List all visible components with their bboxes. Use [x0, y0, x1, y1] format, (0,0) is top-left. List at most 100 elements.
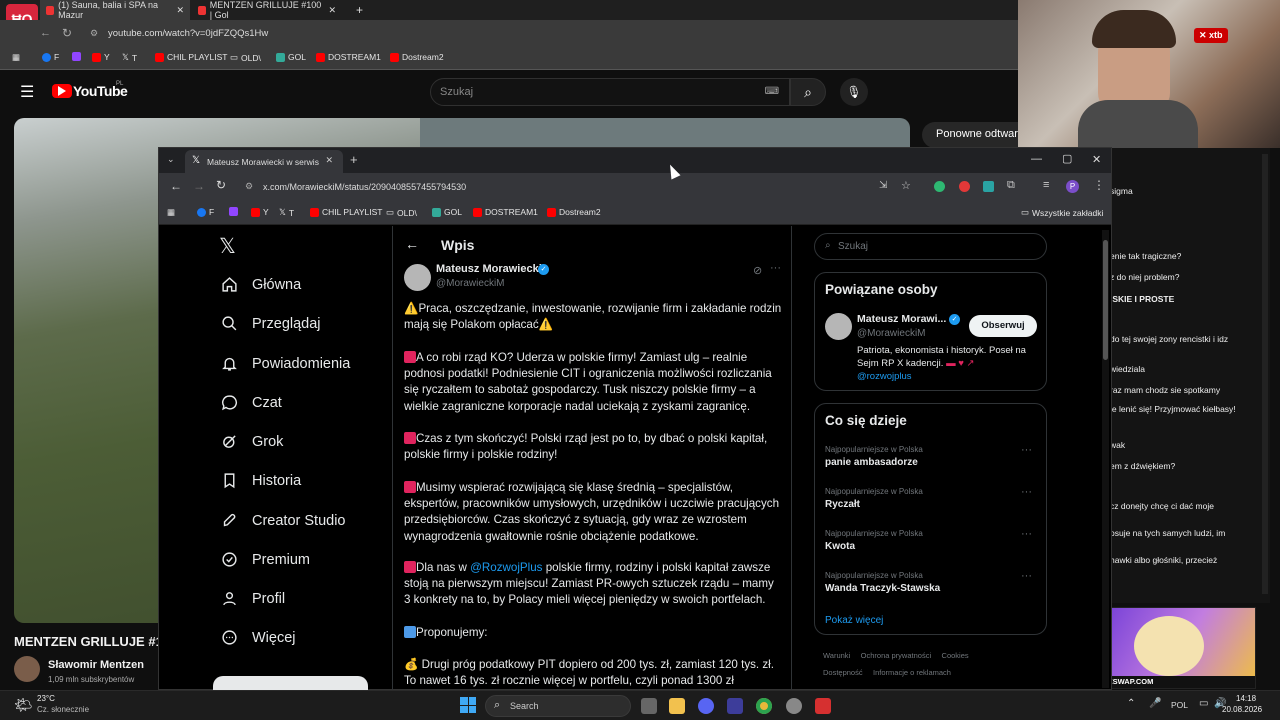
site-info-icon[interactable]: ⚙	[245, 181, 253, 192]
network-icon[interactable]: ▭	[1199, 698, 1208, 709]
close-window-icon[interactable]: ✕	[1092, 153, 1101, 166]
more-options-icon[interactable]: ···	[1021, 570, 1032, 582]
chevron-up-icon[interactable]: ⌃	[1127, 698, 1135, 709]
related-avatar[interactable]	[825, 313, 852, 340]
new-tab-icon[interactable]: +	[350, 0, 364, 20]
nav-profile[interactable]: Profil	[221, 590, 285, 607]
media-icon[interactable]: ≡	[1043, 179, 1049, 191]
more-options-icon[interactable]: ···	[770, 262, 781, 274]
bg-tab-1[interactable]: (1) Sauna, balia i SPA na Mazur ✕	[40, 0, 190, 20]
new-tab-icon[interactable]: +	[350, 152, 358, 167]
bookmark-chil[interactable]: CHIL PLAYLIST	[155, 52, 227, 62]
back-icon[interactable]: ←	[40, 27, 51, 39]
clock-time[interactable]: 14:18	[1236, 694, 1256, 703]
author-avatar[interactable]	[404, 264, 431, 291]
nav-notifications[interactable]: Powiadomienia	[221, 355, 350, 372]
bookmark-old[interactable]: ▭ OLD\	[386, 207, 417, 218]
more-menu-icon[interactable]: ⋮	[1093, 178, 1105, 192]
scrollbar-thumb[interactable]	[1103, 240, 1108, 360]
nav-more[interactable]: Więcej	[221, 629, 296, 646]
back-arrow-icon[interactable]: ←	[405, 236, 419, 252]
channel-avatar[interactable]	[14, 656, 40, 682]
close-icon[interactable]: ✕	[176, 5, 184, 16]
author-handle[interactable]: @MorawieckiM	[436, 278, 505, 289]
file-explorer-icon[interactable]	[669, 698, 685, 714]
nav-creator-studio[interactable]: Creator Studio	[221, 512, 346, 529]
nav-chat[interactable]: Czat	[221, 394, 282, 411]
bio-link[interactable]: @rozwojplus	[857, 371, 912, 382]
close-icon[interactable]: ✕	[325, 155, 333, 166]
related-handle[interactable]: @MorawieckiM	[857, 328, 926, 339]
minimize-icon[interactable]: —	[1031, 153, 1042, 165]
twitch-bookmark[interactable]	[72, 52, 81, 61]
bookmark-dostream2[interactable]: Dostream2	[547, 207, 601, 217]
forward-icon[interactable]: →	[193, 179, 205, 193]
follow-button[interactable]: Obserwuj	[969, 315, 1037, 337]
reload-icon[interactable]: ↻	[62, 26, 72, 40]
footer-link[interactable]: Dostępność	[823, 668, 863, 677]
discord-icon[interactable]	[698, 698, 714, 714]
bookmark-dostream2[interactable]: Dostream2	[390, 52, 444, 62]
bookmark-y[interactable]: Y	[251, 207, 269, 217]
nav-explore[interactable]: Przeglądaj	[221, 315, 321, 332]
adblock-extension-icon[interactable]	[959, 181, 970, 192]
footer-link[interactable]: Ochrona prywatności	[861, 651, 931, 660]
page-scrollbar[interactable]	[1102, 230, 1109, 688]
more-options-icon[interactable]: ···	[1021, 486, 1032, 498]
bookmark-f[interactable]: F	[42, 52, 59, 62]
tab-search-icon[interactable]: ⌄	[167, 154, 175, 165]
star-icon[interactable]: ☆	[901, 179, 911, 192]
reload-icon[interactable]: ↻	[216, 178, 226, 192]
bookmark-f[interactable]: F	[197, 207, 214, 217]
footer-link[interactable]: Warunki	[823, 651, 850, 660]
nav-grok[interactable]: Grok	[221, 433, 283, 450]
x-search-input[interactable]: ⌕ Szukaj	[814, 233, 1047, 260]
channel-name[interactable]: Sławomir Mentzen	[48, 659, 144, 671]
nav-premium[interactable]: Premium	[221, 551, 310, 568]
translate-extension-icon[interactable]	[983, 181, 994, 192]
apps-grid-icon[interactable]: ▦	[12, 52, 20, 63]
bookmark-t[interactable]: 𝕏T	[279, 207, 294, 218]
task-view-icon[interactable]	[641, 698, 657, 714]
shield-extension-icon[interactable]	[934, 181, 945, 192]
more-options-icon[interactable]: ···	[1021, 444, 1032, 456]
app-icon[interactable]	[815, 698, 831, 714]
bookmark-dostream1[interactable]: DOSTREAM1	[316, 52, 381, 62]
mention-link[interactable]: @RozwojPlus	[470, 561, 542, 574]
show-more-link[interactable]: Pokaż więcej	[825, 615, 883, 626]
related-name[interactable]: Mateusz Morawi...	[857, 313, 946, 325]
microphone-icon[interactable]: 🎙	[840, 78, 868, 106]
obs-icon[interactable]	[786, 698, 802, 714]
chat-scrollbar[interactable]	[1262, 154, 1268, 594]
bookmark-dostream1[interactable]: DOSTREAM1	[473, 207, 538, 217]
close-icon[interactable]: ✕	[328, 5, 336, 16]
bg-tab-2[interactable]: MENTZEN GRILLUJE #100 | Gol ✕	[192, 0, 342, 20]
x-url-field[interactable]: ⚙ x.com/MorawieckiM/status/2090408557455…	[237, 176, 857, 198]
x-logo-icon[interactable]: 𝕏	[219, 234, 236, 259]
footer-link[interactable]: Informacje o reklamach	[873, 668, 951, 677]
weather-icon[interactable]: 🌤	[14, 696, 33, 714]
install-icon[interactable]: ⇲	[879, 180, 887, 191]
chrome-icon[interactable]	[756, 698, 772, 714]
search-icon[interactable]: ⌕	[790, 78, 826, 106]
bg-url[interactable]: youtube.com/watch?v=0jdFZQQs1Hw	[108, 28, 268, 39]
author-name[interactable]: Mateusz Morawiecki	[436, 263, 542, 275]
taskbar-search[interactable]: ⌕ Search	[485, 695, 631, 717]
rewatch-button[interactable]: Ponowne odtwar	[922, 122, 1018, 148]
profile-avatar-icon[interactable]: P	[1066, 180, 1079, 193]
nav-home[interactable]: Główna	[221, 276, 301, 293]
bookmark-t[interactable]: 𝕏T	[122, 52, 137, 63]
keyboard-icon[interactable]: ⌨	[765, 86, 779, 97]
bookmark-old[interactable]: ▭ OLD\	[230, 52, 261, 63]
footer-link[interactable]: Cookies	[942, 651, 969, 660]
perplexity-icon[interactable]	[727, 698, 743, 714]
mic-tray-icon[interactable]: 🎤	[1149, 698, 1161, 709]
grok-explain-icon[interactable]: ⊘	[753, 264, 762, 277]
bookmark-y[interactable]: Y	[92, 52, 110, 62]
menu-icon[interactable]: ☰	[20, 82, 34, 102]
windows-start-icon[interactable]	[460, 697, 476, 713]
apps-grid-icon[interactable]: ▦	[167, 207, 175, 218]
bookmark-gol[interactable]: GOL	[432, 207, 462, 217]
clock-date[interactable]: 20.08.2026	[1222, 705, 1262, 714]
back-icon[interactable]: ←	[170, 179, 182, 193]
